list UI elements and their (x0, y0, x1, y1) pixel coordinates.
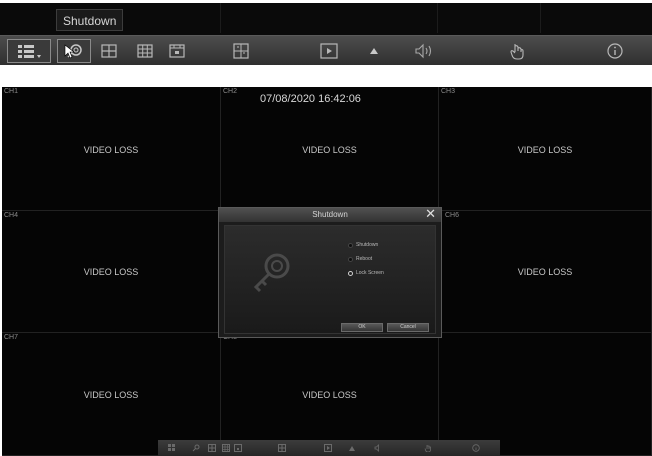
channel-cell[interactable]: CH8 VIDEO LOSS (221, 333, 439, 456)
video-loss-text: VIDEO LOSS (517, 145, 573, 155)
radio-label: Reboot (356, 256, 373, 262)
channel-label: CH3 (441, 88, 456, 95)
quad-grid-icon[interactable] (208, 444, 216, 452)
quad-view-button[interactable] (98, 39, 120, 63)
play-icon (320, 43, 338, 59)
channel-cell[interactable]: CH6 VIDEO LOSS (439, 211, 652, 333)
video-loss-text: VIDEO LOSS (83, 267, 139, 277)
nine-grid-icon[interactable] (222, 444, 230, 452)
playback-button[interactable] (318, 39, 340, 63)
custom-view-button[interactable] (230, 39, 252, 63)
key-icon[interactable] (192, 444, 200, 452)
key-icon (253, 253, 290, 293)
channel-label: CH6 (445, 212, 460, 219)
radio-shutdown[interactable]: Shutdown (348, 242, 378, 248)
dialog-titlebar: Shutdown ✕ (219, 207, 441, 222)
shutdown-dialog: Shutdown ✕ Shutdown Reboot Lock Screen O… (218, 207, 442, 338)
play-icon[interactable] (324, 444, 332, 452)
grid-divider (220, 3, 221, 33)
tooltip: Shutdown (56, 9, 124, 31)
radio-dot (348, 256, 353, 262)
custom-grid-icon[interactable] (278, 444, 286, 452)
video-loss-text: VIDEO LOSS (83, 390, 139, 400)
channel-label: CH1 (4, 88, 19, 95)
channel-label: CH4 (4, 212, 19, 219)
nine-grid-icon (137, 44, 153, 58)
speaker-icon (415, 43, 432, 59)
channel-cell[interactable]: CH4 VIDEO LOSS (2, 211, 221, 333)
more-button[interactable] (366, 39, 382, 63)
channel-label: CH7 (4, 334, 19, 341)
video-loss-text: VIDEO LOSS (302, 145, 357, 155)
grid-divider (437, 3, 438, 33)
main-toolbar (0, 35, 652, 65)
up-arrow-icon[interactable] (348, 444, 356, 452)
radio-label: Shutdown (356, 242, 379, 248)
up-arrow-icon (370, 48, 378, 54)
toolbar-zoom-inset: Shutdown (0, 3, 652, 65)
pip-icon (169, 44, 185, 58)
radio-reboot[interactable]: Reboot (348, 256, 372, 262)
pip-view-button[interactable] (166, 39, 188, 63)
manual-button[interactable] (506, 39, 528, 63)
video-loss-text: VIDEO LOSS (517, 267, 573, 277)
channel-cell[interactable] (439, 333, 652, 456)
dialog-title: Shutdown (312, 210, 348, 219)
grid-layout-icon (18, 45, 41, 58)
channel-cell[interactable]: CH7 VIDEO LOSS (2, 333, 221, 456)
radio-label: Lock Screen (356, 270, 384, 276)
grid-divider (540, 3, 541, 33)
custom-grid-icon (233, 43, 249, 59)
channel-cell[interactable]: CH2 VIDEO LOSS (221, 87, 439, 211)
datetime-display: 07/08/2020 16:42:06 (260, 93, 361, 105)
layout-menu-button[interactable] (7, 39, 51, 63)
quad-grid-icon (101, 44, 117, 58)
channel-cell[interactable]: CH3 VIDEO LOSS (439, 87, 652, 211)
dialog-body: Shutdown Reboot Lock Screen OK Cancel (224, 225, 436, 334)
cancel-button[interactable]: Cancel (387, 323, 429, 332)
video-loss-text: VIDEO LOSS (302, 390, 357, 400)
close-icon[interactable]: ✕ (425, 207, 436, 221)
speaker-icon[interactable] (374, 444, 382, 452)
channel-cell[interactable]: CH1 VIDEO LOSS (2, 87, 221, 211)
volume-button[interactable] (412, 39, 436, 63)
shutdown-button[interactable] (57, 39, 91, 63)
hand-icon (510, 44, 524, 60)
hand-icon[interactable] (424, 444, 432, 452)
nine-view-button[interactable] (134, 39, 156, 63)
pip-icon[interactable] (234, 444, 242, 452)
radio-lock-screen[interactable]: Lock Screen (348, 270, 384, 276)
info-icon (607, 43, 623, 59)
video-loss-text: VIDEO LOSS (83, 145, 139, 155)
bottom-toolbar (158, 440, 500, 456)
grid-layout-icon[interactable] (168, 444, 176, 452)
radio-dot (348, 242, 353, 248)
info-icon[interactable] (472, 444, 480, 452)
ok-button[interactable]: OK (341, 323, 383, 332)
key-icon (64, 44, 82, 59)
info-button[interactable] (604, 39, 626, 63)
channel-label: CH2 (223, 88, 238, 95)
radio-dot-selected (348, 270, 353, 276)
